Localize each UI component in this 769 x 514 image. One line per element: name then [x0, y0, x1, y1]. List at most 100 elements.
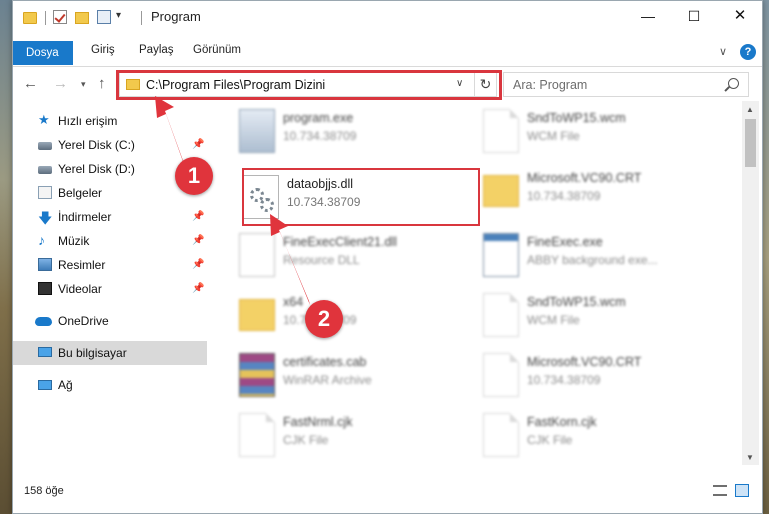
pin-icon[interactable]: 📌 [192, 283, 204, 294]
vertical-scrollbar[interactable]: ▲ ▼ [742, 101, 759, 465]
sidebar-item-label: OneDrive [58, 314, 109, 328]
video-icon [38, 282, 52, 295]
file-name: Microsoft.VC90.CRT [527, 171, 642, 185]
search-icon[interactable] [728, 78, 739, 89]
sidebar-item-label: Resimler [58, 258, 106, 272]
file-item[interactable]: certificates.cab WinRAR Archive [231, 345, 471, 405]
file-item[interactable]: x64 10.734.38709 [231, 285, 471, 345]
scroll-thumb[interactable] [745, 119, 756, 167]
pin-icon[interactable]: 📌 [192, 211, 204, 222]
file-description: CJK File [527, 433, 573, 447]
tab-view[interactable]: Görünüm [183, 39, 251, 61]
scroll-up-icon[interactable]: ▲ [746, 105, 754, 114]
file-name: program.exe [283, 111, 354, 125]
archive-icon [239, 353, 275, 397]
window-title: Program [151, 9, 201, 24]
file-description: 10.734.38709 [527, 189, 601, 203]
file-description: CJK File [283, 433, 329, 447]
file-name: FastNrml.cjk [283, 415, 353, 429]
drive-icon [38, 166, 52, 174]
network-icon [38, 380, 52, 390]
recent-locations-icon[interactable]: ▾ [81, 79, 86, 90]
file-item[interactable]: FastNrml.cjk CJK File [231, 405, 471, 465]
sidebar-item-downloads[interactable]: 🡇 İndirmeler 📌 [13, 205, 207, 229]
search-input[interactable]: Ara: Program [503, 72, 749, 97]
file-item[interactable]: SndToWP15.wcm WCM File [475, 285, 715, 345]
new-folder-icon[interactable] [75, 12, 89, 24]
file-name: certificates.cab [283, 355, 367, 369]
sidebar-item-network[interactable]: Ağ [13, 373, 207, 397]
sidebar-item-label: Müzik [58, 234, 90, 248]
step-2-badge: 2 [305, 300, 343, 338]
maximize-button[interactable]: ☐ [671, 1, 717, 31]
large-icons-view-icon[interactable] [735, 484, 749, 497]
sidebar-item-label: Yerel Disk (C:) [58, 138, 135, 152]
file-highlight-box [242, 168, 480, 226]
sidebar-item-label: Ağ [58, 378, 73, 392]
back-arrow-icon[interactable]: ← [23, 75, 38, 92]
folder-icon [23, 12, 37, 24]
file-name: FastKorn.cjk [527, 415, 597, 429]
sidebar-item-onedrive[interactable]: OneDrive [13, 309, 207, 333]
document-icon [483, 353, 519, 397]
sidebar-item-quick-access[interactable]: ★ Hızlı erişim [13, 109, 207, 133]
ribbon-tabs: Dosya Giriş Paylaş Görünüm ∨ ? [13, 33, 762, 67]
folder-icon [239, 299, 275, 331]
tab-file[interactable]: Dosya [13, 41, 73, 65]
file-explorer-window: ▾ Program — ☐ ✕ Dosya Giriş Paylaş Görün… [12, 0, 763, 514]
file-item[interactable]: FineExecClient21.dll Resource DLL [231, 225, 471, 285]
file-item[interactable]: SndToWP15.wcm WCM File [475, 101, 715, 161]
file-list: program.exe 10.734.38709 SndToWP15.wcm W… [207, 101, 741, 465]
pictures-icon [38, 258, 52, 271]
tab-home[interactable]: Giriş [81, 39, 125, 61]
folder-icon [483, 175, 519, 207]
file-item[interactable]: Microsoft.VC90.CRT 10.734.38709 [475, 345, 715, 405]
pin-icon[interactable]: 📌 [192, 139, 204, 150]
file-name: SndToWP15.wcm [527, 295, 626, 309]
file-description: Resource DLL [283, 253, 360, 267]
navigation-pane: ★ Hızlı erişim Yerel Disk (C:) 📌 Yerel D… [13, 101, 207, 465]
file-item[interactable]: FastKorn.cjk CJK File [475, 405, 715, 465]
document-icon [483, 413, 519, 457]
quick-access-properties-icon[interactable] [97, 10, 111, 24]
address-highlight-box [116, 70, 502, 100]
star-icon: ★ [38, 112, 50, 127]
computer-icon [38, 347, 52, 357]
app-icon [483, 233, 519, 277]
pin-icon[interactable]: 📌 [192, 235, 204, 246]
sidebar-item-videos[interactable]: Videolar 📌 [13, 277, 207, 301]
file-description: WinRAR Archive [283, 373, 372, 387]
download-icon: 🡇 [38, 210, 53, 226]
sidebar-item-local-disk-c[interactable]: Yerel Disk (C:) 📌 [13, 133, 207, 157]
pin-icon[interactable]: 📌 [192, 259, 204, 270]
sidebar-item-this-pc[interactable]: Bu bilgisayar [13, 341, 207, 365]
file-item[interactable]: program.exe 10.734.38709 [231, 101, 471, 161]
file-description: 10.734.38709 [283, 129, 357, 143]
help-icon[interactable]: ? [740, 44, 756, 60]
file-item[interactable]: Microsoft.VC90.CRT 10.734.38709 [475, 161, 715, 221]
step-1-badge: 1 [175, 157, 213, 195]
document-icon [483, 293, 519, 337]
file-name: FineExecClient21.dll [283, 235, 397, 249]
forward-arrow-icon[interactable]: → [53, 75, 68, 92]
up-arrow-icon[interactable]: ↑ [98, 75, 106, 92]
sidebar-item-pictures[interactable]: Resimler 📌 [13, 253, 207, 277]
sidebar-item-label: Belgeler [58, 186, 103, 200]
tab-share[interactable]: Paylaş [129, 39, 184, 61]
documents-icon [38, 186, 52, 199]
details-view-icon[interactable] [713, 485, 727, 496]
customize-toolbar-icon[interactable]: ▾ [116, 10, 121, 26]
exe-icon [239, 109, 275, 153]
properties-check-icon[interactable] [53, 10, 67, 24]
sidebar-item-label: İndirmeler [58, 210, 112, 224]
scroll-down-icon[interactable]: ▼ [746, 453, 754, 462]
close-button[interactable]: ✕ [717, 1, 763, 31]
file-item[interactable]: FineExec.exe ABBY background exe... [475, 225, 715, 285]
divider [141, 11, 142, 25]
expand-ribbon-icon[interactable]: ∨ [719, 45, 727, 58]
document-icon [483, 109, 519, 153]
file-description: WCM File [527, 313, 580, 327]
sidebar-item-label: Videolar [58, 282, 102, 296]
minimize-button[interactable]: — [625, 1, 671, 31]
sidebar-item-music[interactable]: ♪ Müzik 📌 [13, 229, 207, 253]
